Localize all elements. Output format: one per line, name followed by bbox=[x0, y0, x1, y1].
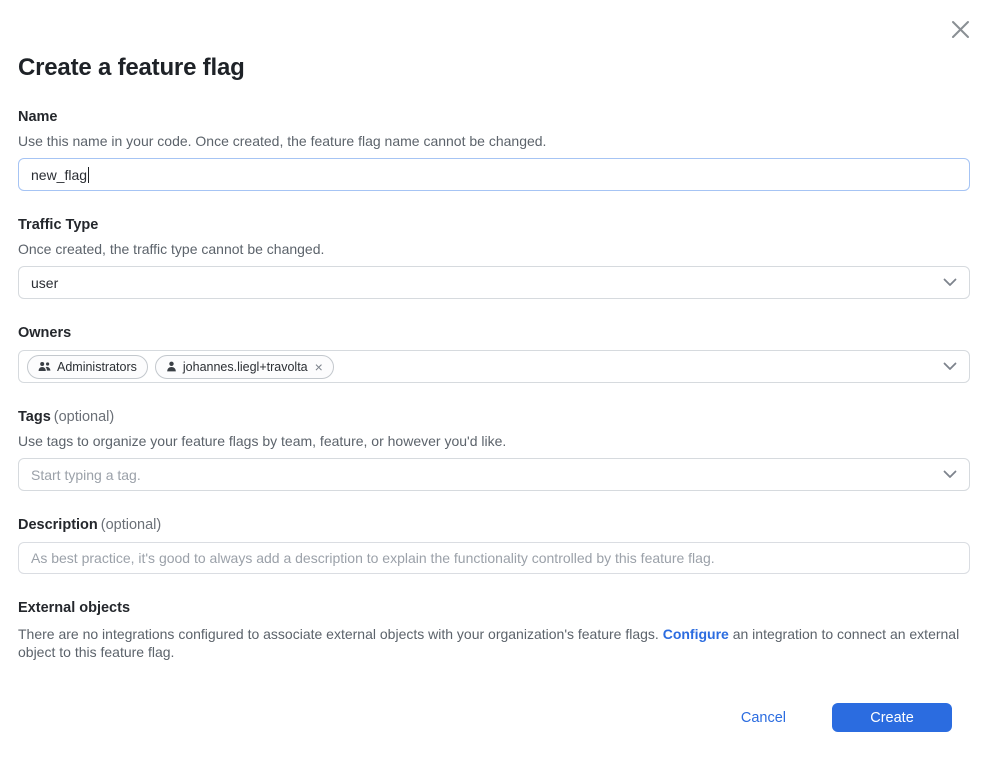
external-objects-label: External objects bbox=[18, 600, 970, 616]
create-button[interactable]: Create bbox=[832, 703, 952, 732]
text-cursor bbox=[88, 167, 89, 183]
description-label: Description(optional) bbox=[18, 517, 970, 533]
chevron-down-icon bbox=[943, 278, 957, 287]
tags-section: Tags(optional) Use tags to organize your… bbox=[18, 409, 970, 491]
chevron-down-icon bbox=[943, 362, 957, 371]
owners-chip-list: Administrators johannes.liegl+travolta × bbox=[27, 355, 334, 379]
create-feature-flag-modal: Create a feature flag Name Use this name… bbox=[0, 0, 988, 732]
owners-label: Owners bbox=[18, 325, 970, 341]
owners-select[interactable]: Administrators johannes.liegl+travolta × bbox=[18, 350, 970, 383]
tags-label: Tags(optional) bbox=[18, 409, 970, 425]
external-objects-text: There are no integrations configured to … bbox=[18, 625, 970, 661]
close-icon[interactable] bbox=[947, 16, 973, 42]
cancel-button[interactable]: Cancel bbox=[741, 710, 786, 726]
name-help-text: Use this name in your code. Once created… bbox=[18, 133, 970, 149]
name-label: Name bbox=[18, 109, 970, 125]
group-icon bbox=[38, 361, 51, 372]
traffic-type-help-text: Once created, the traffic type cannot be… bbox=[18, 241, 970, 257]
traffic-type-value: user bbox=[31, 275, 58, 291]
external-objects-section: External objects There are no integratio… bbox=[18, 600, 970, 661]
chevron-down-icon bbox=[943, 470, 957, 479]
tags-help-text: Use tags to organize your feature flags … bbox=[18, 433, 970, 449]
tags-input[interactable] bbox=[31, 467, 943, 483]
description-label-text: Description bbox=[18, 517, 98, 533]
name-input[interactable]: new_flag bbox=[18, 158, 970, 191]
owner-chip-label: johannes.liegl+travolta bbox=[183, 360, 308, 374]
tags-label-text: Tags bbox=[18, 409, 51, 425]
tags-optional-text: (optional) bbox=[54, 409, 114, 425]
traffic-type-select[interactable]: user bbox=[18, 266, 970, 299]
traffic-type-section: Traffic Type Once created, the traffic t… bbox=[18, 217, 970, 299]
name-input-value: new_flag bbox=[31, 167, 87, 183]
external-objects-text-before: There are no integrations configured to … bbox=[18, 626, 663, 642]
description-optional-text: (optional) bbox=[101, 517, 161, 533]
owner-chip-administrators[interactable]: Administrators bbox=[27, 355, 148, 379]
description-input[interactable] bbox=[18, 542, 970, 574]
description-section: Description(optional) bbox=[18, 517, 970, 574]
owners-section: Owners Administrators bbox=[18, 325, 970, 383]
owner-chip-user[interactable]: johannes.liegl+travolta × bbox=[155, 355, 334, 379]
name-section: Name Use this name in your code. Once cr… bbox=[18, 109, 970, 191]
modal-footer: Cancel Create bbox=[18, 703, 970, 732]
configure-link[interactable]: Configure bbox=[663, 626, 729, 642]
traffic-type-label: Traffic Type bbox=[18, 217, 970, 233]
modal-title: Create a feature flag bbox=[18, 54, 970, 82]
close-x-glyph bbox=[950, 19, 971, 40]
user-icon bbox=[166, 361, 177, 372]
remove-owner-icon[interactable]: × bbox=[315, 360, 323, 374]
owner-chip-label: Administrators bbox=[57, 360, 137, 374]
tags-input-wrap bbox=[18, 458, 970, 491]
